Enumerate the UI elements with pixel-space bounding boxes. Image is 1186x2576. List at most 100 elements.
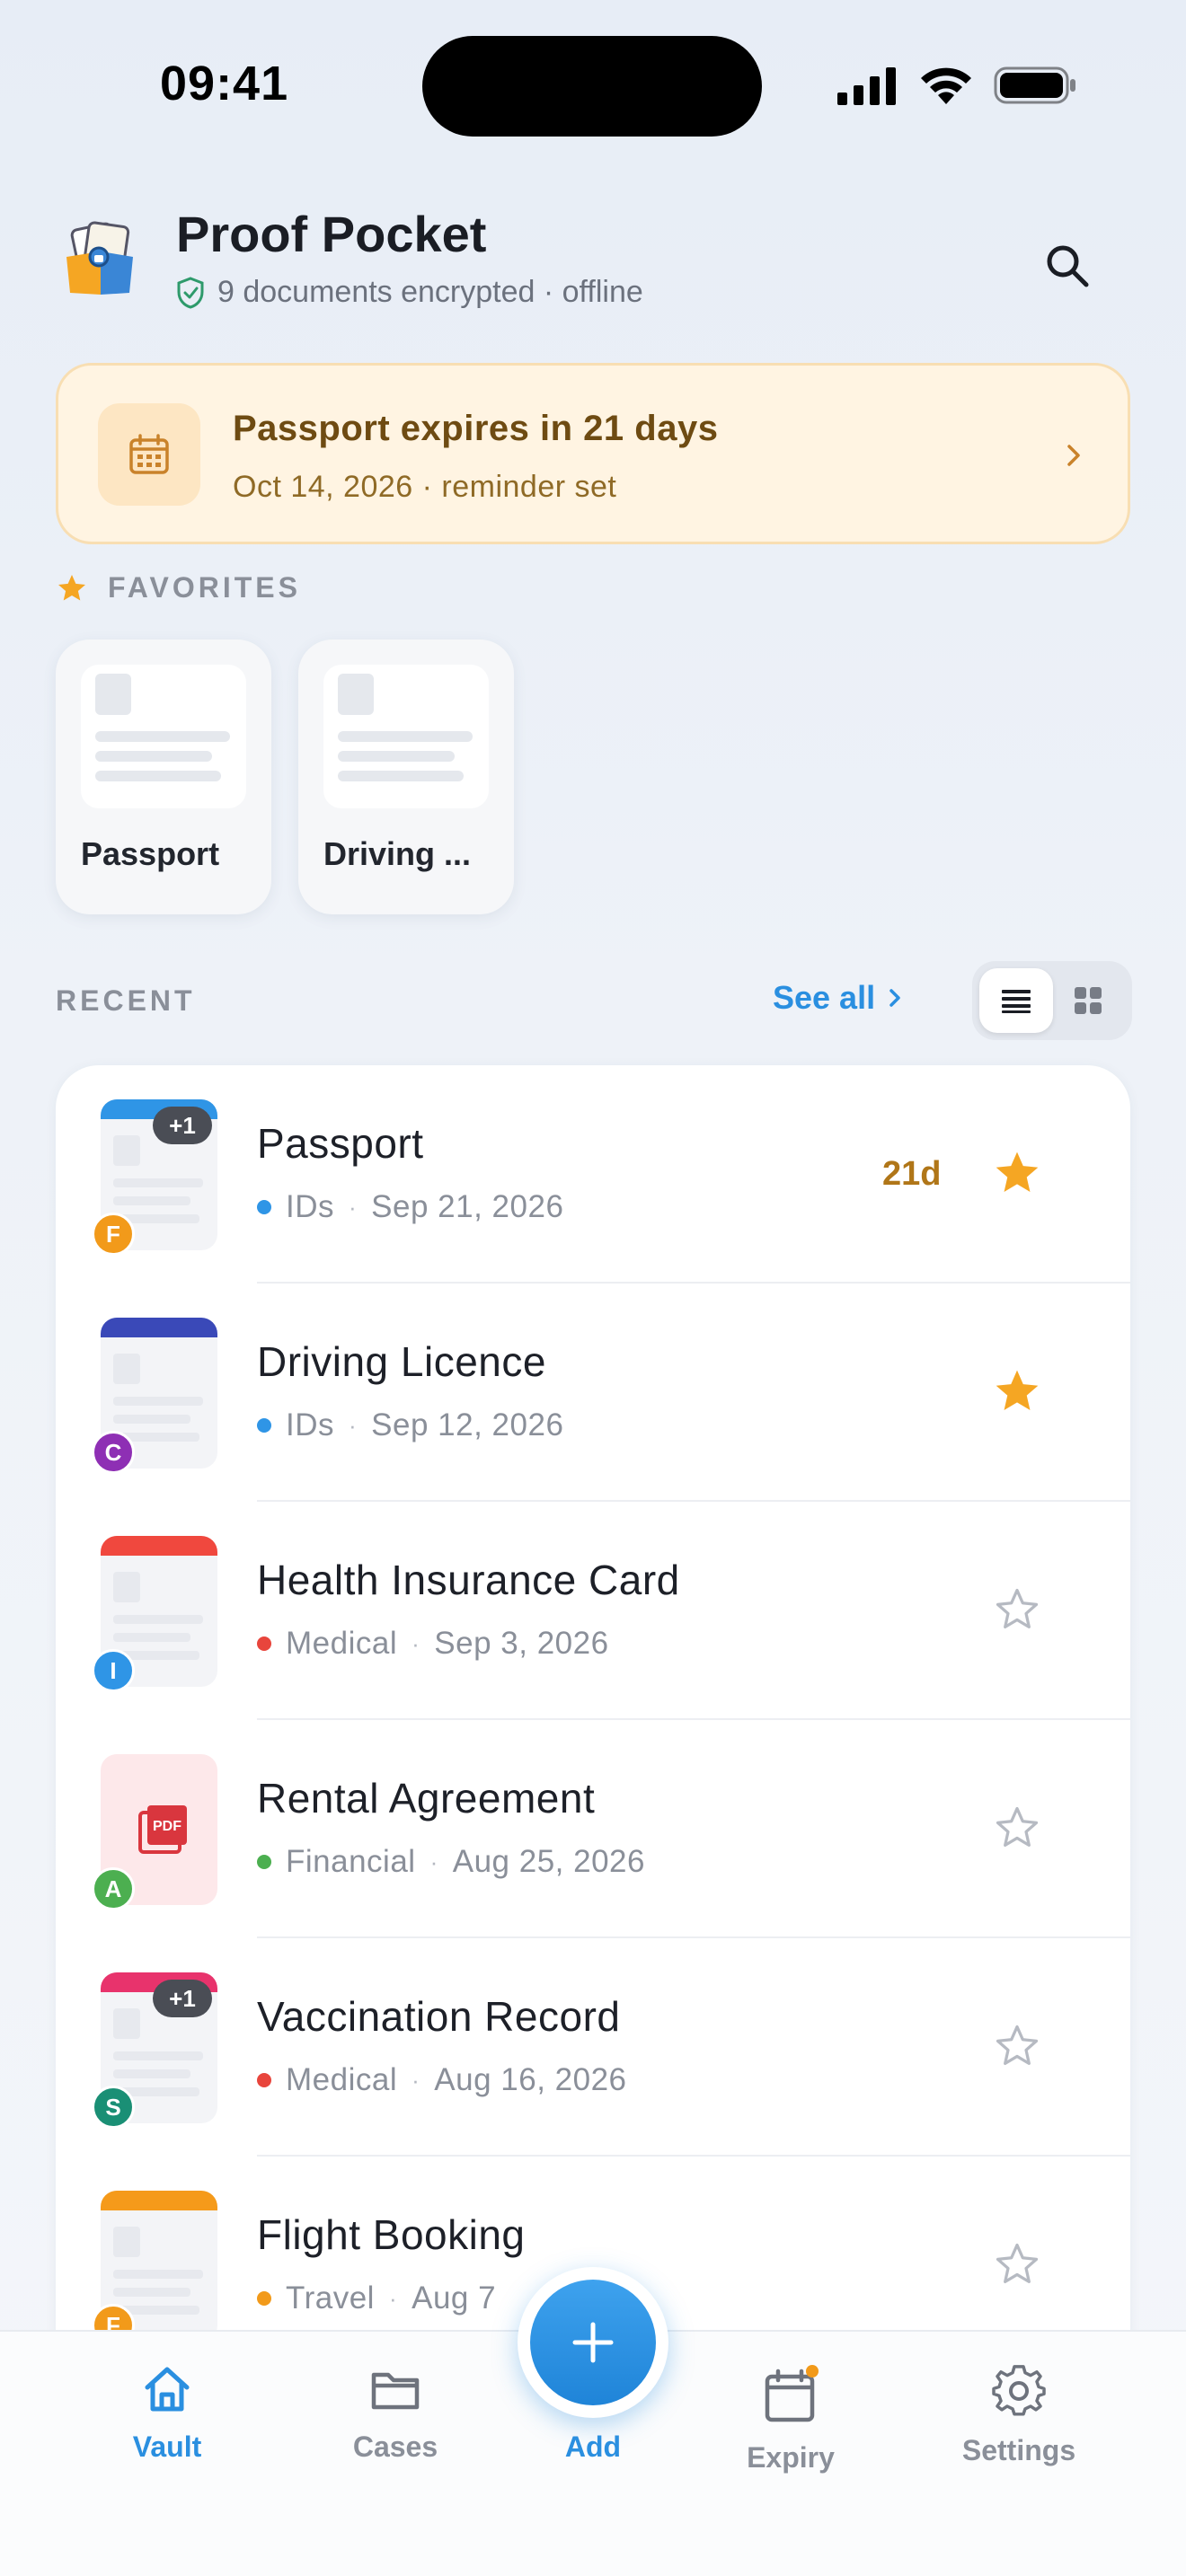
star-outline-icon xyxy=(996,2025,1039,2065)
category-dot xyxy=(257,2291,271,2306)
favorites-heading-text: FAVORITES xyxy=(108,571,301,604)
star-filled-icon xyxy=(996,1370,1039,1410)
add-label: Add xyxy=(564,2430,622,2463)
star-icon xyxy=(58,574,85,600)
expiry-alert-banner[interactable]: Passport expires in 21 days Oct 14, 2026… xyxy=(56,363,1130,544)
separator-dot: · xyxy=(412,1629,420,1657)
tab-label: Cases xyxy=(352,2430,438,2463)
alert-title: Passport expires in 21 days xyxy=(233,409,719,448)
category-dot xyxy=(257,1418,271,1433)
document-category: IDs xyxy=(286,1407,334,1442)
favorite-label: Driving ... xyxy=(323,835,472,872)
add-document-button[interactable] xyxy=(530,2280,656,2405)
document-date: Aug 16, 2026 xyxy=(434,2062,627,2097)
category-dot xyxy=(257,2073,271,2087)
list-item[interactable]: C Driving Licence IDs · Sep 12, 2026 xyxy=(56,1284,1130,1502)
separator-dot: · xyxy=(412,2066,420,2094)
shield-check-icon xyxy=(177,276,204,309)
tab-cases[interactable]: Cases xyxy=(314,2364,476,2464)
favorite-toggle[interactable] xyxy=(990,2019,1044,2073)
document-thumbnail xyxy=(81,665,246,808)
document-title: Passport xyxy=(257,1120,424,1167)
document-thumbnail xyxy=(323,665,489,808)
document-category: Travel xyxy=(286,2280,375,2316)
owner-avatar: C xyxy=(92,1431,135,1474)
star-outline-icon xyxy=(996,2243,1039,2283)
document-title: Rental Agreement xyxy=(257,1775,596,1822)
star-outline-icon xyxy=(996,1588,1039,1629)
list-icon xyxy=(1002,990,1031,1013)
document-meta: IDs · Sep 12, 2026 xyxy=(257,1407,563,1443)
plus-icon xyxy=(572,2322,614,2363)
category-dot xyxy=(257,1200,271,1214)
tab-vault[interactable]: Vault xyxy=(86,2364,248,2464)
document-date: Aug 25, 2026 xyxy=(452,1844,645,1879)
svg-text:PDF: PDF xyxy=(153,1819,181,1834)
star-filled-icon xyxy=(996,1151,1039,1192)
favorite-card[interactable]: Driving ... xyxy=(298,640,514,914)
app-title: Proof Pocket xyxy=(176,206,487,262)
search-button[interactable] xyxy=(1033,232,1102,300)
document-title: Health Insurance Card xyxy=(257,1557,680,1603)
page-count-badge: +1 xyxy=(153,1980,212,2017)
recent-heading: RECENT xyxy=(56,984,196,1017)
favorite-toggle[interactable] xyxy=(990,2237,1044,2291)
search-icon xyxy=(1047,245,1089,287)
tab-settings[interactable]: Settings xyxy=(938,2364,1100,2467)
see-all-link[interactable]: See all xyxy=(773,979,906,1017)
calendar-icon xyxy=(765,2365,819,2422)
calendar-icon-tile xyxy=(98,403,200,506)
document-date: Sep 21, 2026 xyxy=(371,1189,564,1224)
grid-view-button[interactable] xyxy=(1051,968,1125,1033)
favorite-toggle[interactable] xyxy=(990,1583,1044,1636)
cellular-signal-icon xyxy=(837,67,896,105)
calendar-icon xyxy=(129,434,169,474)
tab-label: Settings xyxy=(961,2434,1076,2466)
days-until-expiry: 21d xyxy=(882,1155,942,1193)
chevron-right-icon xyxy=(1067,445,1080,466)
owner-avatar: A xyxy=(92,1867,135,1910)
favorite-label: Passport xyxy=(81,835,220,872)
folder-icon xyxy=(371,2372,420,2410)
notification-dot xyxy=(806,2365,819,2378)
status-time: 09:41 xyxy=(160,57,289,110)
favorite-toggle[interactable] xyxy=(990,1364,1044,1418)
favorites-heading: FAVORITES xyxy=(56,571,301,604)
list-item[interactable]: PDF A Rental Agreement Financial · Aug 2… xyxy=(56,1720,1130,1938)
document-title: Driving Licence xyxy=(257,1338,546,1385)
pdf-icon: PDF xyxy=(138,1805,187,1854)
dynamic-island xyxy=(422,36,762,137)
gear-icon xyxy=(992,2365,1046,2416)
separator-dot: · xyxy=(349,1411,358,1439)
tab-expiry[interactable]: Expiry xyxy=(710,2364,872,2475)
category-dot xyxy=(257,1855,271,1869)
encryption-status: 9 documents encrypted · offline xyxy=(176,275,643,310)
star-outline-icon xyxy=(996,1806,1039,1847)
list-item[interactable]: +1 F Passport IDs · Sep 21, 2026 21d xyxy=(56,1065,1130,1284)
encryption-status-text: 9 documents encrypted · offline xyxy=(217,275,643,309)
document-category: Medical xyxy=(286,1626,398,1661)
home-icon xyxy=(145,2367,190,2412)
document-meta: Medical · Sep 3, 2026 xyxy=(257,1626,609,1662)
owner-avatar: F xyxy=(92,1213,135,1256)
favorite-toggle[interactable] xyxy=(990,1146,1044,1200)
document-date: Aug 7 xyxy=(412,2280,497,2316)
tab-label: Vault xyxy=(132,2430,202,2463)
list-item[interactable]: +1 S Vaccination Record Medical · Aug 16… xyxy=(56,1938,1130,2157)
document-meta: Financial · Aug 25, 2026 xyxy=(257,1844,645,1880)
document-meta: Travel · Aug 7 xyxy=(257,2280,496,2316)
wifi-icon xyxy=(921,67,971,104)
chevron-right-icon xyxy=(890,989,900,1007)
owner-avatar: I xyxy=(92,1649,135,1692)
grid-icon xyxy=(1075,987,1102,1014)
document-category: Financial xyxy=(286,1844,416,1879)
list-view-button[interactable] xyxy=(979,968,1053,1033)
list-item[interactable]: I Health Insurance Card Medical · Sep 3,… xyxy=(56,1502,1130,1720)
document-category: IDs xyxy=(286,1189,334,1224)
favorite-card[interactable]: Passport xyxy=(56,640,271,914)
owner-avatar: S xyxy=(92,2086,135,2129)
category-dot xyxy=(257,1636,271,1651)
favorite-toggle[interactable] xyxy=(990,1801,1044,1855)
document-meta: IDs · Sep 21, 2026 xyxy=(257,1189,563,1225)
document-date: Sep 3, 2026 xyxy=(434,1626,609,1661)
